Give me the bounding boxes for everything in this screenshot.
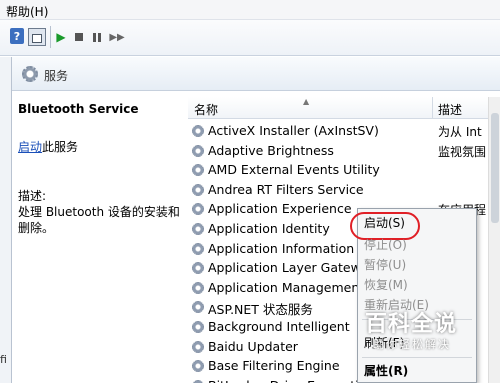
start-service-icon[interactable]: ▶ xyxy=(55,28,67,46)
service-gear-icon xyxy=(192,321,204,333)
service-name: Andrea RT Filters Service xyxy=(208,181,364,197)
pane-header: 服务 xyxy=(12,57,500,91)
start-service-suffix: 此服务 xyxy=(42,140,79,154)
description-label: 描述: xyxy=(18,189,47,203)
tree-text-fragment: fi xyxy=(0,353,7,366)
pause-service-icon[interactable] xyxy=(91,28,103,46)
stop-service-icon[interactable] xyxy=(73,28,85,46)
service-gear-icon xyxy=(192,144,204,157)
service-gear-icon xyxy=(192,164,204,177)
service-row[interactable]: Andrea RT Filters Service xyxy=(188,180,488,200)
service-gear-icon xyxy=(192,262,204,275)
service-gear-icon xyxy=(192,203,204,216)
restart-glyph: ▶▶ xyxy=(109,31,125,43)
toolbar: ? ▶ ▶▶ xyxy=(0,20,500,56)
menu-item-pause[interactable]: 暂停(U) xyxy=(358,255,476,275)
menu-item-properties[interactable]: 属性(R) xyxy=(358,361,476,381)
column-separator[interactable] xyxy=(432,97,433,119)
list-scrollbar[interactable] xyxy=(488,97,500,383)
list-header: ▲ 名称 描述 xyxy=(188,97,500,119)
service-gear-icon xyxy=(192,242,204,255)
watermark-subtitle: 助你轻松解决 xyxy=(373,338,451,351)
start-service-link[interactable]: 启动 xyxy=(18,140,42,154)
toolbar-separator xyxy=(50,26,51,48)
pause-bar xyxy=(98,32,101,42)
console-tree-edge: fi xyxy=(0,57,12,383)
play-glyph: ▶ xyxy=(56,30,66,44)
description-text: 处理 Bluetooth 设备的安装和删除。 xyxy=(18,205,180,235)
scrollbar-thumb[interactable] xyxy=(491,113,499,223)
service-gear-icon xyxy=(192,125,204,137)
menu-item-resume[interactable]: 恢复(M) xyxy=(358,275,476,295)
sort-ascending-icon: ▲ xyxy=(303,97,310,106)
console-tree-icon[interactable] xyxy=(28,28,46,46)
watermark-logo: 百科全说 助你轻松解决 xyxy=(348,300,468,360)
service-name: ActiveX Installer (AxInstSV) xyxy=(208,123,379,138)
service-name: Adaptive Brightness xyxy=(208,142,334,158)
column-header-name[interactable]: 名称 xyxy=(194,101,218,118)
service-gear-icon xyxy=(192,281,204,294)
pane-title: 服务 xyxy=(44,69,69,83)
pause-bar xyxy=(93,32,96,42)
service-gear-icon xyxy=(192,340,204,353)
service-row[interactable]: Adaptive Brightness 监视氛围 xyxy=(188,141,488,161)
menu-bar: 帮助(H) xyxy=(0,0,500,20)
service-gear-icon xyxy=(192,360,204,373)
help-glyph: ? xyxy=(13,29,21,43)
services-gear-icon xyxy=(22,66,38,82)
selected-service-name: Bluetooth Service xyxy=(18,102,139,116)
start-service-line: 启动此服务 xyxy=(18,138,78,155)
service-row[interactable]: AMD External Events Utility xyxy=(188,160,488,180)
service-name: AMD External Events Utility xyxy=(208,162,380,178)
service-row[interactable]: ActiveX Installer (AxInstSV) 为从 Int xyxy=(188,121,488,141)
service-gear-icon xyxy=(192,223,204,235)
menu-help[interactable]: 帮助(H) xyxy=(2,2,52,21)
menu-item-stop[interactable]: 停止(O) xyxy=(358,235,476,255)
help-icon[interactable]: ? xyxy=(10,28,24,44)
restart-service-icon[interactable]: ▶▶ xyxy=(109,28,125,46)
service-gear-icon xyxy=(192,183,204,196)
service-gear-icon xyxy=(192,301,204,314)
stop-square xyxy=(75,33,83,41)
service-details-panel: Bluetooth Service 启动此服务 描述: 处理 Bluetooth… xyxy=(12,91,188,383)
console-tree-icon-inner xyxy=(32,33,42,43)
watermark-title: 百科全说 xyxy=(365,312,458,337)
column-header-description[interactable]: 描述 xyxy=(438,101,462,118)
